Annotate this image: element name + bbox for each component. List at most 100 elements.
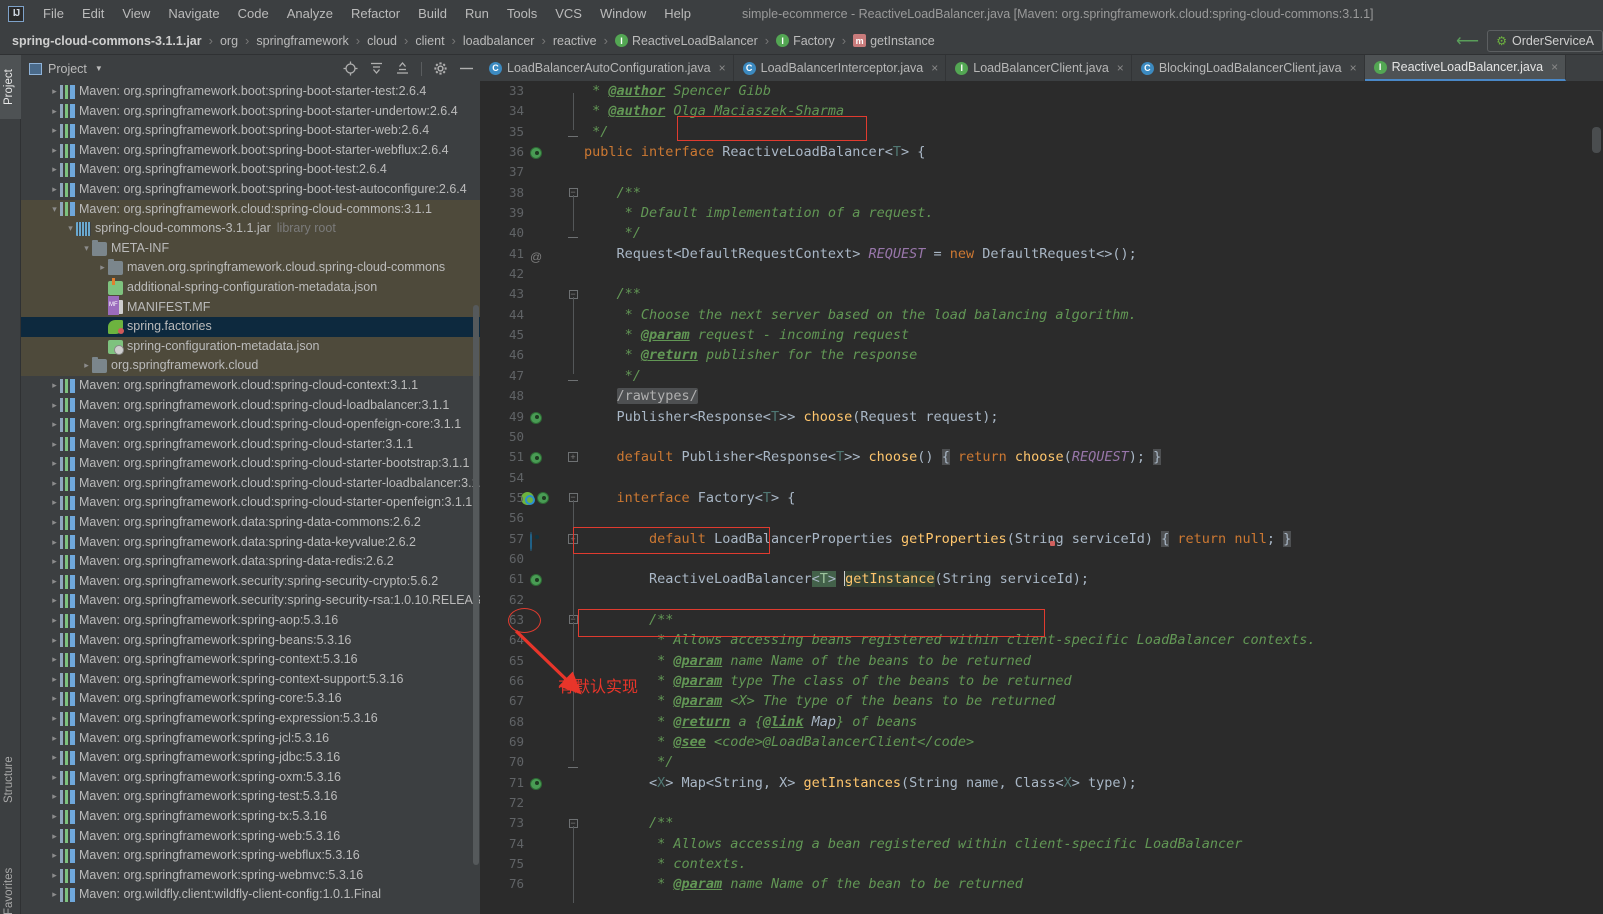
tree-row[interactable]: Maven: org.springframework.data:spring-d… bbox=[21, 533, 480, 553]
tree-closed-arrow-icon[interactable] bbox=[49, 748, 60, 768]
tree-row[interactable]: Maven: org.springframework:spring-core:5… bbox=[21, 689, 480, 709]
tree-closed-arrow-icon[interactable] bbox=[49, 885, 60, 905]
tree-row[interactable]: Maven: org.springframework:spring-beans:… bbox=[21, 631, 480, 651]
editor-scrollbar-track[interactable] bbox=[1590, 107, 1603, 914]
code-line[interactable]: 62 bbox=[480, 590, 1603, 610]
editor-scrollbar-thumb[interactable] bbox=[1592, 127, 1601, 153]
back-arrow-icon[interactable]: ⟶ bbox=[1456, 31, 1479, 51]
code-line[interactable]: 48 /rawtypes/ bbox=[480, 386, 1603, 406]
code-line[interactable]: 42 bbox=[480, 264, 1603, 284]
code-line[interactable]: 55 interface Factory<T> { bbox=[480, 488, 1603, 508]
tree-row[interactable]: additional-spring-configuration-metadata… bbox=[21, 278, 480, 298]
code-line[interactable]: 50 bbox=[480, 427, 1603, 447]
tree-row[interactable]: Maven: org.springframework.cloud:spring-… bbox=[21, 415, 480, 435]
menu-item-vcs[interactable]: VCS bbox=[546, 3, 591, 24]
tree-row[interactable]: Maven: org.springframework.cloud:spring-… bbox=[21, 200, 480, 220]
code-line[interactable]: 44 * Choose the next server based on the… bbox=[480, 305, 1603, 325]
code-line[interactable]: 51 default Publisher<Response<T>> choose… bbox=[480, 447, 1603, 467]
settings-gear-icon[interactable] bbox=[433, 61, 448, 76]
breadcrumb-item-reactiveloadbalancer[interactable]: IReactiveLoadBalancer bbox=[611, 32, 762, 50]
tree-closed-arrow-icon[interactable] bbox=[49, 376, 60, 396]
code-line[interactable]: 43 /** bbox=[480, 284, 1603, 304]
code-line[interactable]: 56 bbox=[480, 508, 1603, 528]
tree-closed-arrow-icon[interactable] bbox=[49, 513, 60, 533]
tree-closed-arrow-icon[interactable] bbox=[49, 611, 60, 631]
hide-panel-icon[interactable] bbox=[459, 61, 474, 76]
tree-row[interactable]: spring.factories bbox=[21, 317, 480, 337]
menu-item-file[interactable]: File bbox=[34, 3, 73, 24]
breadcrumb-item-spring-cloud-commons-3-1-1-jar[interactable]: spring-cloud-commons-3.1.1.jar bbox=[8, 32, 206, 50]
code-editor[interactable]: 33 * @author Spencer Gibb34 * @author Ol… bbox=[480, 81, 1603, 914]
tree-row[interactable]: Maven: org.springframework.security:spri… bbox=[21, 591, 480, 611]
editor-tab-loadbalancerclient[interactable]: ILoadBalancerClient.java× bbox=[946, 55, 1132, 81]
tree-row[interactable]: Maven: org.springframework.cloud:spring-… bbox=[21, 474, 480, 494]
code-line[interactable]: 72 bbox=[480, 793, 1603, 813]
editor-tab-reactiveloadbalancer[interactable]: IReactiveLoadBalancer.java× bbox=[1365, 55, 1567, 81]
tree-row[interactable]: META-INF bbox=[21, 239, 480, 259]
code-line[interactable]: 33 * @author Spencer Gibb bbox=[480, 81, 1603, 101]
expand-all-icon[interactable] bbox=[369, 61, 384, 76]
tree-row[interactable]: Maven: org.springframework.boot:spring-b… bbox=[21, 180, 480, 200]
tree-row[interactable]: Maven: org.springframework.boot:spring-b… bbox=[21, 82, 480, 102]
tree-closed-arrow-icon[interactable] bbox=[49, 631, 60, 651]
breadcrumb-item-getinstance[interactable]: mgetInstance bbox=[849, 32, 939, 50]
code-line[interactable]: 67 * @param <X> The type of the beans to… bbox=[480, 691, 1603, 711]
tree-closed-arrow-icon[interactable] bbox=[49, 121, 60, 141]
code-line[interactable]: 68 * @return a {@link Map} of beans bbox=[480, 712, 1603, 732]
code-line[interactable]: 40 */ bbox=[480, 223, 1603, 243]
tree-row[interactable]: Maven: org.springframework.security:spri… bbox=[21, 572, 480, 592]
code-line[interactable]: 75 * contexts. bbox=[480, 854, 1603, 874]
tree-closed-arrow-icon[interactable] bbox=[49, 102, 60, 122]
breadcrumb-item-client[interactable]: client bbox=[411, 32, 448, 50]
tree-closed-arrow-icon[interactable] bbox=[81, 356, 92, 376]
breadcrumb-item-springframework[interactable]: springframework bbox=[252, 32, 352, 50]
tree-closed-arrow-icon[interactable] bbox=[49, 435, 60, 455]
tree-closed-arrow-icon[interactable] bbox=[49, 827, 60, 847]
editor-tab-loadbalancerinterceptor[interactable]: CLoadBalancerInterceptor.java× bbox=[734, 55, 947, 81]
breadcrumb-item-loadbalancer[interactable]: loadbalancer bbox=[459, 32, 539, 50]
tree-row[interactable]: Maven: org.springframework.cloud:spring-… bbox=[21, 454, 480, 474]
tree-row[interactable]: Maven: org.springframework:spring-oxm:5.… bbox=[21, 768, 480, 788]
code-line[interactable]: 57 default LoadBalancerProperties getPro… bbox=[480, 529, 1603, 549]
collapse-all-icon[interactable] bbox=[395, 61, 410, 76]
tree-closed-arrow-icon[interactable] bbox=[49, 670, 60, 690]
tool-window-tab-favorites[interactable]: Favorites bbox=[0, 855, 21, 914]
breadcrumb-item-factory[interactable]: IFactory bbox=[772, 32, 839, 50]
tree-row[interactable]: Maven: org.springframework.boot:spring-b… bbox=[21, 102, 480, 122]
tree-row[interactable]: Maven: org.springframework:spring-aop:5.… bbox=[21, 611, 480, 631]
breadcrumb-item-reactive[interactable]: reactive bbox=[549, 32, 601, 50]
code-line[interactable]: 38 /** bbox=[480, 183, 1603, 203]
code-line[interactable]: 39 * Default implementation of a request… bbox=[480, 203, 1603, 223]
tree-row[interactable]: Maven: org.springframework.data:spring-d… bbox=[21, 513, 480, 533]
tree-closed-arrow-icon[interactable] bbox=[49, 141, 60, 161]
breadcrumb-item-cloud[interactable]: cloud bbox=[363, 32, 401, 50]
tree-row[interactable]: maven.org.springframework.cloud.spring-c… bbox=[21, 258, 480, 278]
close-icon[interactable]: × bbox=[1350, 61, 1357, 75]
run-configuration-selector[interactable]: ⚙ OrderServiceA bbox=[1487, 30, 1603, 52]
code-line[interactable]: 64 * Allows accessing beans registered w… bbox=[480, 630, 1603, 650]
menu-item-build[interactable]: Build bbox=[409, 3, 456, 24]
tree-closed-arrow-icon[interactable] bbox=[49, 160, 60, 180]
close-icon[interactable]: × bbox=[1551, 60, 1558, 74]
tree-row[interactable]: Maven: org.springframework:spring-test:5… bbox=[21, 787, 480, 807]
menu-item-help[interactable]: Help bbox=[655, 3, 700, 24]
tree-closed-arrow-icon[interactable] bbox=[49, 396, 60, 416]
tree-closed-arrow-icon[interactable] bbox=[49, 709, 60, 729]
tree-row[interactable]: MANIFEST.MF bbox=[21, 298, 480, 318]
tree-row[interactable]: Maven: org.springframework.boot:spring-b… bbox=[21, 160, 480, 180]
code-line[interactable]: 45 * @param request - incoming request bbox=[480, 325, 1603, 345]
tree-closed-arrow-icon[interactable] bbox=[49, 454, 60, 474]
close-icon[interactable]: × bbox=[1117, 61, 1124, 75]
tree-row[interactable]: Maven: org.springframework.cloud:spring-… bbox=[21, 376, 480, 396]
tree-row[interactable]: Maven: org.springframework:spring-web:5.… bbox=[21, 827, 480, 847]
tree-row[interactable]: Maven: org.springframework:spring-expres… bbox=[21, 709, 480, 729]
code-line[interactable]: 37 bbox=[480, 162, 1603, 182]
code-line[interactable]: 65 * @param name Name of the beans to be… bbox=[480, 651, 1603, 671]
code-line[interactable]: 35 */ bbox=[480, 122, 1603, 142]
tree-open-arrow-icon[interactable] bbox=[81, 239, 92, 259]
tree-closed-arrow-icon[interactable] bbox=[49, 415, 60, 435]
tree-closed-arrow-icon[interactable] bbox=[49, 591, 60, 611]
code-line[interactable]: 41 Request<DefaultRequestContext> REQUES… bbox=[480, 244, 1603, 264]
code-line[interactable]: 69 * @see <code>@LoadBalancerClient</cod… bbox=[480, 732, 1603, 752]
tree-open-arrow-icon[interactable] bbox=[49, 200, 60, 220]
